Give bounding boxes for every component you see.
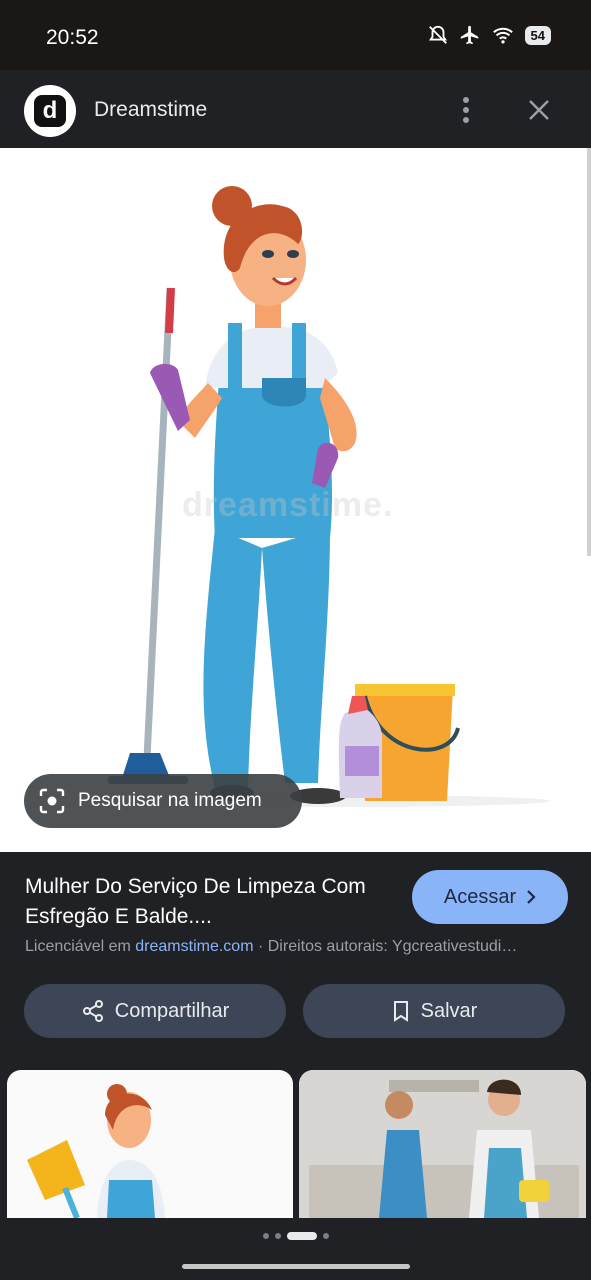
site-name[interactable]: Dreamstime	[94, 98, 207, 122]
meta-domain-link[interactable]: dreamstime.com	[135, 938, 253, 955]
bottom-navigation	[0, 1218, 591, 1280]
share-label: Compartilhar	[114, 999, 230, 1022]
related-illustration-1	[27, 1084, 165, 1218]
bell-off-icon	[428, 25, 447, 44]
more-vert-icon	[463, 97, 469, 123]
chevron-right-icon	[527, 890, 536, 904]
status-bar: 20:52 54	[0, 0, 591, 70]
wifi-icon	[492, 27, 513, 44]
close-button[interactable]	[522, 92, 556, 128]
access-label: Acessar	[443, 885, 517, 908]
status-time: 20:52	[46, 26, 99, 49]
status-icons: 54	[427, 24, 551, 46]
airplane-icon	[460, 25, 478, 45]
meta-prefix: Licenciável em	[25, 938, 136, 955]
lens-icon	[39, 788, 65, 814]
more-options-button[interactable]	[452, 92, 480, 128]
scroll-indicator	[587, 148, 591, 556]
home-indicator[interactable]	[182, 1264, 410, 1269]
page-dot-active	[286, 1232, 317, 1240]
battery-indicator: 54	[524, 25, 551, 45]
related-image-2[interactable]	[299, 1070, 586, 1218]
watermark: dreamstime.	[182, 486, 394, 524]
result-title: Mulher Do Serviço De Limpeza Com Esfregã…	[25, 875, 366, 928]
page-dot	[262, 1233, 269, 1239]
related-photo-2	[299, 1070, 586, 1218]
page-indicator	[0, 1232, 591, 1240]
meta-copyright: · Direitos autorais: Ygcreativestudi…	[253, 938, 518, 955]
page-dot	[322, 1233, 329, 1239]
search-image-label: Pesquisar na imagem	[78, 790, 262, 811]
page-dot	[274, 1233, 281, 1239]
save-label: Salvar	[420, 999, 478, 1022]
share-icon	[82, 1000, 103, 1022]
related-images	[0, 1070, 591, 1218]
site-logo[interactable]: d	[24, 85, 76, 137]
access-button[interactable]: Acessar	[412, 870, 568, 924]
bookmark-icon	[393, 1001, 408, 1022]
site-logo-letter: d	[34, 95, 66, 127]
main-image[interactable]: dreamstime. Pesquisar na imagem	[0, 148, 591, 852]
related-image-1[interactable]	[7, 1070, 293, 1218]
close-icon	[529, 100, 549, 120]
save-button[interactable]: Salvar	[303, 984, 565, 1038]
viewer-header: d Dreamstime	[0, 70, 591, 148]
license-meta: Licenciável em dreamstime.com · Direitos…	[25, 938, 571, 956]
search-image-button[interactable]: Pesquisar na imagem	[24, 774, 302, 828]
share-button[interactable]: Compartilhar	[24, 984, 286, 1038]
